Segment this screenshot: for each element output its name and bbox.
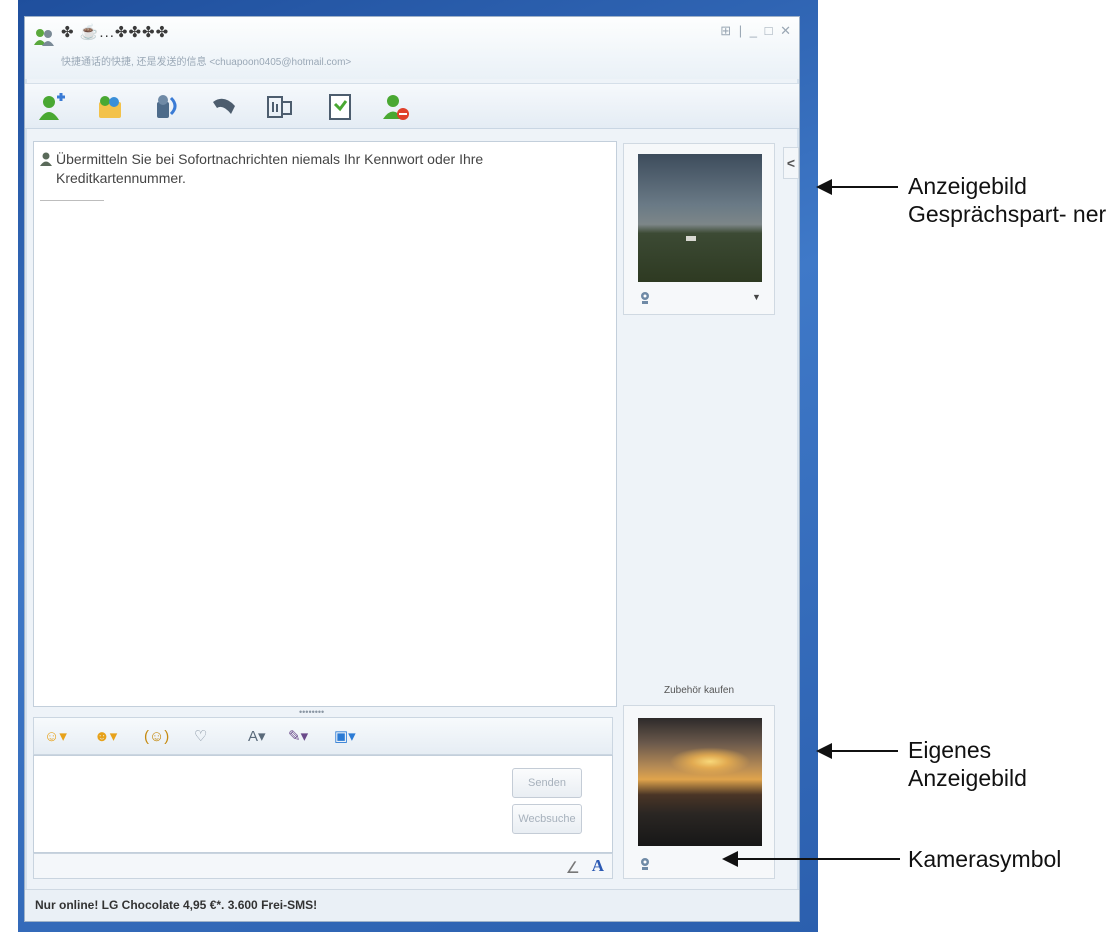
resize-grip[interactable]: •••••••• (299, 708, 339, 717)
search-button[interactable]: Wecbsuche (512, 804, 582, 834)
send-file-icon[interactable]: ▣▾ (334, 726, 356, 748)
send-button[interactable]: Senden (512, 768, 582, 798)
window-controls[interactable]: ⊞ | _ □ ✕ (720, 23, 793, 39)
block-contact-icon[interactable] (381, 92, 411, 122)
invite-contact-icon[interactable] (37, 92, 67, 122)
font-settings-icon[interactable]: A▾ (248, 726, 266, 748)
handwriting-icon[interactable]: ∠ (566, 858, 580, 878)
activities-icon[interactable] (325, 92, 355, 122)
title-bar: ✤ ☕...✤✤✤✤ 快捷通话的快捷, 还是发送的信息 <chuapoon040… (25, 17, 799, 79)
annotation-partner-picture: Anzeigebild Gesprächspart- ner (908, 173, 1107, 227)
buddy-icon (34, 29, 54, 46)
messenger-window: ✤ ☕...✤✤✤✤ 快捷通话的快捷, 还是发送的信息 <chuapoon040… (24, 16, 800, 922)
nudge-icon[interactable]: (☺) (144, 726, 169, 748)
chevron-down-icon[interactable]: ▼ (752, 292, 761, 302)
own-display-picture[interactable] (638, 718, 762, 846)
person-icon (40, 152, 52, 166)
share-folders-icon[interactable] (95, 92, 125, 122)
annotation-arrow (722, 851, 900, 867)
annotation-arrow (816, 743, 898, 759)
collapse-sidebar-button[interactable]: < (783, 147, 799, 179)
contact-status-message: 快捷通话的快捷, 还是发送的信息 <chuapoon0405@hotmail.c… (61, 57, 352, 68)
emoticon-toolbar: ☺▾ ☻▾ (☺) ♡ A▾ ✎▾ ▣▾ (33, 717, 613, 755)
partner-display-picture[interactable] (638, 154, 762, 282)
games-icon[interactable] (265, 92, 295, 122)
conversation-toolbar (25, 83, 799, 129)
phone-call-icon[interactable] (209, 92, 239, 122)
text-mode-icon[interactable]: A (592, 856, 604, 876)
separator-line (40, 200, 104, 201)
webcam-icon[interactable] (640, 292, 650, 304)
own-picture-frame (623, 705, 775, 879)
video-call-icon[interactable] (151, 92, 181, 122)
advertisement-bar: Nur online! LG Chocolate 4,95 €*. 3.600 … (25, 889, 799, 921)
annotation-arrow (816, 179, 898, 195)
picture-detail (686, 236, 696, 241)
background-icon[interactable]: ✎▾ (288, 726, 308, 748)
message-input[interactable]: Senden Wecbsuche (33, 755, 613, 853)
advertisement-link[interactable]: Nur online! LG Chocolate 4,95 €*. 3.600 … (35, 898, 317, 912)
wink-menu-icon[interactable]: ☻▾ (94, 726, 117, 748)
annotation-camera-symbol: Kamerasymbol (908, 846, 1062, 872)
contact-name: ✤ ☕...✤✤✤✤ (61, 24, 170, 41)
input-mode-bar: ∠ A (33, 853, 613, 879)
buy-accessories-link[interactable]: Zubehör kaufen (623, 685, 775, 696)
webcam-icon[interactable] (640, 858, 650, 870)
emoticon-menu-icon[interactable]: ☺▾ (44, 726, 67, 748)
partner-picture-frame: ▼ (623, 143, 775, 315)
conversation-history[interactable]: Übermitteln Sie bei Sofortnachrichten ni… (33, 141, 617, 707)
annotation-own-picture: Eigenes Anzeigebild (908, 737, 1027, 791)
security-warning-text: Übermitteln Sie bei Sofortnachrichten ni… (56, 151, 484, 186)
voice-clip-icon[interactable]: ♡ (194, 726, 207, 748)
